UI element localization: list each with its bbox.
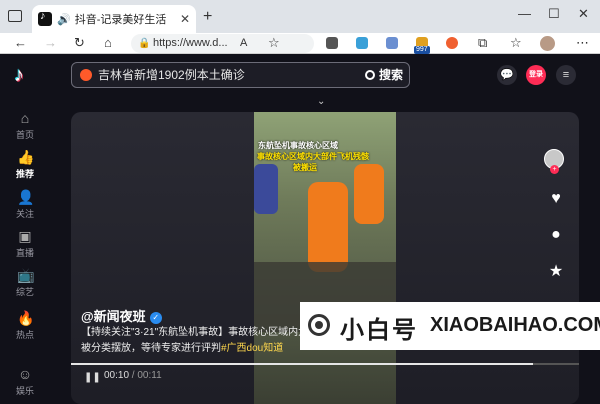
favorite-star-icon[interactable]: ★ bbox=[545, 261, 567, 281]
maximize-button[interactable]: ☐ bbox=[548, 6, 560, 22]
home-browser-icon[interactable]: ⌂ bbox=[104, 35, 112, 51]
video-scene bbox=[354, 164, 384, 224]
refresh-icon[interactable]: ↻ bbox=[74, 35, 85, 51]
nav-follow[interactable]: 👤 关注 bbox=[0, 189, 50, 220]
browser-tab[interactable]: 🔊 抖音-记录美好生活 ✕ bbox=[32, 5, 196, 33]
search-button[interactable]: 搜索 bbox=[364, 63, 403, 87]
profile-avatar[interactable] bbox=[540, 36, 555, 51]
hashtag-link[interactable]: #广西dou知道 bbox=[221, 343, 283, 354]
more-menu-icon[interactable]: ⋯ bbox=[576, 35, 589, 51]
url-text: https://www.d... bbox=[153, 37, 228, 49]
user-add-icon: 👤 bbox=[17, 189, 35, 205]
extension-orange-icon[interactable] bbox=[446, 37, 458, 49]
nav-entertainment[interactable]: ☺ 娱乐 bbox=[0, 366, 50, 397]
lock-icon: 🔒 bbox=[138, 38, 151, 49]
extension-badge: 997 bbox=[414, 46, 430, 54]
video-progress-fill bbox=[71, 363, 534, 365]
tiktok-favicon-icon bbox=[38, 10, 52, 26]
video-player[interactable]: 东航坠机事故核心区域 事故核心区域内大部件飞机残骸 被搬运 bbox=[71, 112, 579, 404]
collapse-chevron-icon[interactable]: ⌄ bbox=[317, 96, 325, 107]
login-button[interactable]: 登录 bbox=[526, 65, 546, 85]
video-progress-bar[interactable] bbox=[71, 363, 579, 365]
video-scene bbox=[308, 182, 348, 272]
tv-icon: 📺 bbox=[17, 267, 35, 283]
nav-home[interactable]: ⌂ 首页 bbox=[0, 110, 50, 141]
video-time: 00:10 / 00:11 bbox=[104, 370, 162, 381]
search-icon bbox=[364, 70, 375, 80]
comment-icon[interactable]: ● bbox=[545, 226, 567, 244]
minimize-button[interactable]: — bbox=[518, 6, 531, 21]
pause-icon[interactable]: ❚❚ bbox=[84, 372, 101, 383]
extensions-puzzle-icon[interactable]: ⧉ bbox=[478, 35, 487, 51]
search-bar[interactable]: 吉林省新增1902例本土确诊 搜索 bbox=[71, 62, 410, 88]
browser-tab-bar: 🔊 抖音-记录美好生活 ✕ + — ☐ ✕ bbox=[0, 0, 600, 33]
watermark: 小白号 XIAOBAIHAO.COM bbox=[300, 302, 600, 350]
extension-mail-icon[interactable] bbox=[386, 37, 398, 49]
add-favorite-icon[interactable]: ☆ bbox=[268, 35, 280, 51]
home-icon: ⌂ bbox=[20, 110, 30, 126]
flame-icon: 🔥 bbox=[17, 310, 35, 326]
message-icon[interactable]: 💬 bbox=[497, 65, 517, 85]
thumbs-up-icon: 👍 bbox=[17, 149, 35, 165]
video-caption-line3: 被搬运 bbox=[293, 163, 317, 172]
author-avatar[interactable]: + bbox=[544, 149, 564, 174]
nav-live[interactable]: ▣ 直播 bbox=[0, 228, 50, 259]
verified-icon: ✓ bbox=[149, 312, 162, 324]
nav-variety[interactable]: 📺 综艺 bbox=[0, 267, 50, 298]
watermark-cn: 小白号 bbox=[340, 317, 418, 344]
extension-s-icon[interactable] bbox=[326, 37, 338, 49]
live-icon: ▣ bbox=[18, 228, 32, 244]
extension-chart-icon[interactable] bbox=[356, 37, 368, 49]
video-author[interactable]: @新闻夜班 ✓ bbox=[81, 306, 162, 325]
douyin-app: ♪ 吉林省新增1902例本土确诊 搜索 💬 登录 ≡ ⌄ ⌂ 首页 👍 推荐 👤… bbox=[0, 54, 600, 404]
nav-hot[interactable]: 🔥 热点 bbox=[0, 310, 50, 341]
like-heart-icon[interactable]: ♥ bbox=[545, 190, 567, 208]
watermark-logo-icon bbox=[308, 314, 330, 336]
speaker-icon[interactable]: 🔊 bbox=[57, 13, 71, 26]
trending-icon bbox=[80, 69, 92, 81]
watermark-en: XIAOBAIHAO.COM bbox=[430, 314, 600, 336]
read-aloud-icon[interactable]: A bbox=[240, 35, 247, 51]
video-caption-line2: 事故核心区域内大部件飞机残骸 bbox=[257, 152, 369, 161]
smile-icon: ☺ bbox=[17, 366, 33, 382]
forward-icon[interactable]: → bbox=[44, 35, 57, 51]
search-input[interactable]: 吉林省新增1902例本土确诊 bbox=[98, 63, 245, 87]
tab-actions-icon[interactable] bbox=[8, 10, 22, 22]
nav-recommend[interactable]: 👍 推荐 bbox=[0, 149, 50, 180]
close-tab-icon[interactable]: ✕ bbox=[180, 12, 190, 26]
tab-title: 抖音-记录美好生活 bbox=[74, 14, 167, 26]
new-tab-button[interactable]: + bbox=[203, 8, 212, 26]
video-caption-line1: 东航坠机事故核心区域 bbox=[258, 141, 338, 150]
douyin-logo-icon[interactable]: ♪ bbox=[14, 64, 36, 86]
address-bar[interactable]: 🔒 https://www.d... bbox=[131, 34, 314, 53]
video-scene bbox=[254, 164, 278, 214]
close-window-button[interactable]: ✕ bbox=[578, 6, 589, 22]
browser-toolbar: ← → ↻ ⌂ 🔒 https://www.d... A ☆ 997 ⧉ ☆ ⋯ bbox=[0, 33, 600, 54]
follow-plus-icon[interactable]: + bbox=[550, 165, 559, 174]
favorites-icon[interactable]: ☆ bbox=[510, 35, 522, 51]
menu-icon[interactable]: ≡ bbox=[556, 65, 576, 85]
back-icon[interactable]: ← bbox=[14, 35, 27, 51]
